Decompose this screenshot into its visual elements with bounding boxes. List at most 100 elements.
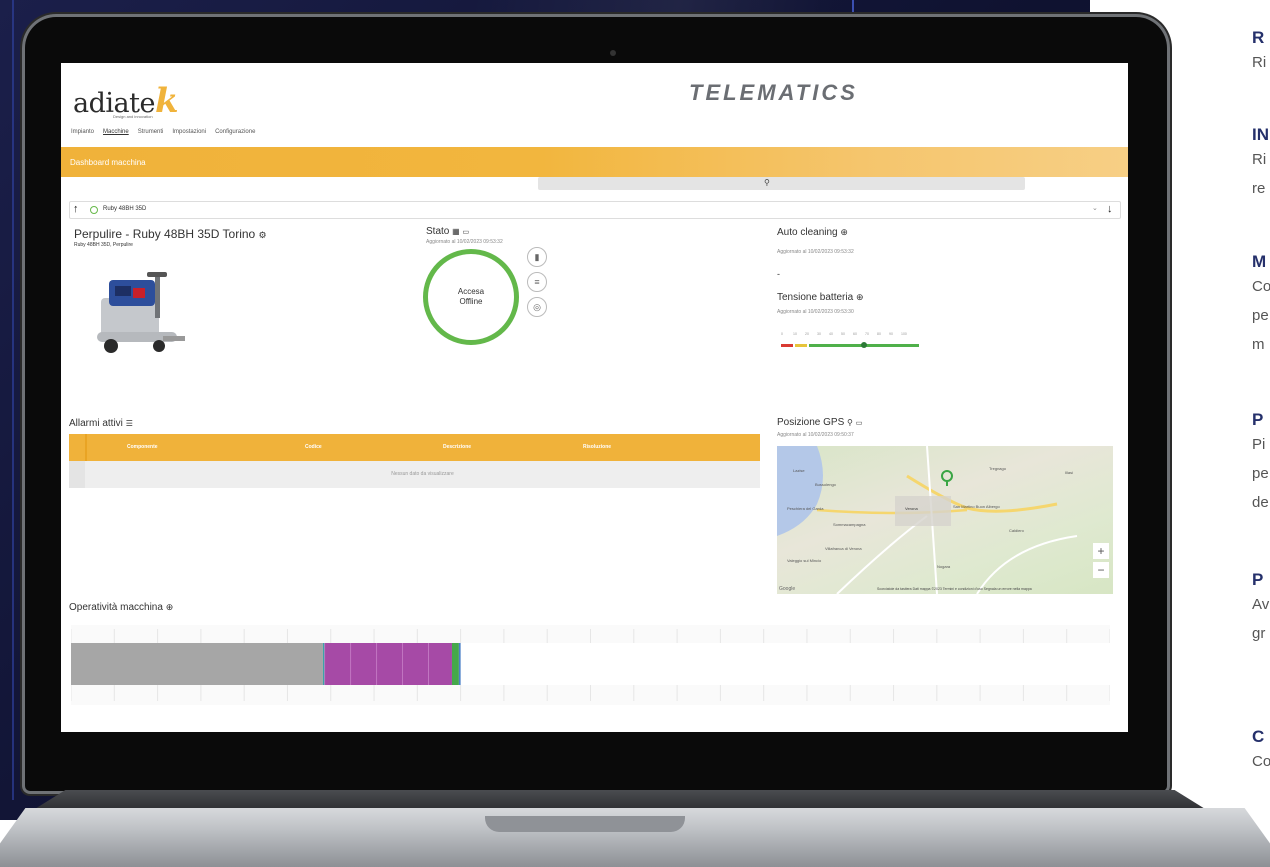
alarms-table: Componente Codice Descrizione Risoluzion… <box>69 434 760 488</box>
operativity-chart <box>70 625 1111 705</box>
timeline-segment-purple[interactable] <box>324 643 452 685</box>
zoom-icon[interactable]: ⊕ <box>840 227 848 237</box>
auto-cleaning-updated: Aggiornato al 10/02/2023 09:53:32 <box>777 249 854 255</box>
brand-title: TELEMATICS <box>689 80 858 105</box>
side-line: Ri <box>1252 54 1267 71</box>
map-label: Valeggio sul Mincio <box>787 558 822 563</box>
battery-tick: 20 <box>805 332 809 336</box>
app-screen: adiatek Design and innovation TELEMATICS… <box>61 63 1128 732</box>
side-line: gr <box>1252 625 1266 642</box>
side-text-block: IN Ri re <box>1252 125 1270 203</box>
search-icon[interactable]: ⚲ <box>764 178 770 187</box>
battery-tick: 50 <box>841 332 845 336</box>
refill-icon[interactable]: ≡ <box>527 272 547 292</box>
side-heading: C <box>1252 727 1265 746</box>
lid-notch <box>485 816 685 832</box>
operativity-title-text: Operatività macchina <box>69 602 163 613</box>
camera-icon <box>610 50 616 56</box>
battery-tick: 10 <box>793 332 797 336</box>
machine-subtitle: Ruby 48BH 35D, Perpulire <box>74 242 133 248</box>
nav-configurazione[interactable]: Configurazione <box>215 129 255 135</box>
side-text-block: C Co <box>1252 727 1270 776</box>
calendar-icon[interactable]: ▦ <box>452 227 460 236</box>
gps-updated: Aggiornato al 10/02/2023 09:50:37 <box>777 432 854 438</box>
laptop-base <box>0 790 1270 867</box>
col-codice[interactable]: Codice <box>305 444 322 450</box>
state-line1: Accesa <box>457 287 485 296</box>
alarms-empty-text: Nessun dato da visualizzare <box>391 471 454 477</box>
selected-machine: Ruby 48BH 35D <box>103 206 147 212</box>
status-dot-icon <box>90 206 98 214</box>
map-pin-icon[interactable]: ⚲ <box>847 418 853 427</box>
zoom-icon[interactable]: ⊕ <box>166 602 174 612</box>
battery-tick: 40 <box>829 332 833 336</box>
battery-tick: 30 <box>817 332 821 336</box>
side-line: de <box>1252 494 1269 511</box>
arrow-up-icon[interactable]: ↑ <box>73 203 79 215</box>
battery-icon[interactable]: ▭ <box>462 229 469 236</box>
zoom-in-button[interactable]: + <box>1093 543 1109 559</box>
trash-icon[interactable]: ▮ <box>527 247 547 267</box>
banner-title: Dashboard macchina <box>70 158 146 167</box>
state-line2: Offline <box>459 297 483 306</box>
zoom-out-button[interactable]: − <box>1093 562 1109 578</box>
gps-title-text: Posizione GPS <box>777 417 845 428</box>
map-label: Lazise <box>793 468 805 473</box>
battery-level-marker <box>860 342 867 348</box>
col-descrizione[interactable]: Descrizione <box>443 444 471 450</box>
col-risoluzione[interactable]: Risoluzione <box>583 444 611 450</box>
side-line: Co <box>1252 753 1270 770</box>
map-label: Bussolengo <box>815 482 836 487</box>
nav-impostazioni[interactable]: Impostazioni <box>172 129 206 135</box>
side-heading: IN <box>1252 125 1269 144</box>
side-line: pe <box>1252 307 1269 324</box>
app-header: adiatek Design and innovation TELEMATICS… <box>61 63 1128 147</box>
alarms-title-text: Allarmi attivi <box>69 418 123 429</box>
zoom-icon[interactable]: ⊕ <box>856 292 864 302</box>
side-text-block: P Av gr <box>1252 570 1270 648</box>
side-text-block: R Ri <box>1252 28 1270 77</box>
alarms-title: Allarmi attivi ☰ <box>69 418 133 429</box>
auto-cleaning-title: Auto cleaning ⊕ <box>777 227 848 238</box>
gears-icon[interactable]: ⚙ <box>259 230 267 240</box>
side-text-block: M Co pe m <box>1252 252 1270 359</box>
battery-updated: Aggiornato al 10/02/2023 09:53:30 <box>777 309 854 315</box>
timeline-segment-blue[interactable] <box>458 643 461 685</box>
gps-map[interactable]: Lazise Bussolengo Verona San Martino Buo… <box>777 446 1113 594</box>
side-line: Co <box>1252 278 1270 295</box>
map-label: Illasi <box>1065 470 1074 475</box>
arrow-down-icon[interactable]: ↓ <box>1107 203 1113 215</box>
battery-tick: 0 <box>781 332 783 336</box>
map-canvas <box>777 446 1078 594</box>
nav-strumenti[interactable]: Strumenti <box>138 129 164 135</box>
battery-ticks: 0 10 20 30 40 50 60 70 80 90 100 <box>781 332 908 336</box>
logo-k: k <box>154 81 179 121</box>
map-label: Verona <box>905 506 918 511</box>
side-heading: M <box>1252 252 1267 271</box>
machine-title: Perpulire - Ruby 48BH 35D Torino ⚙ <box>74 227 267 241</box>
timeline-segment-grey[interactable] <box>71 643 323 685</box>
col-componente[interactable]: Componente <box>127 444 158 450</box>
map-label: Tregnago <box>989 466 1006 471</box>
side-line: pe <box>1252 465 1269 482</box>
stato-title: Stato ▦ ▭ <box>426 226 469 237</box>
nav-impianto[interactable]: Impianto <box>71 129 94 135</box>
brush-icon[interactable]: ◎ <box>527 297 547 317</box>
chevron-down-icon[interactable]: ⌄ <box>1092 204 1098 212</box>
map-footer[interactable]: Scorciatoie da tastiera Dati mappa ©2023… <box>877 587 1032 591</box>
battery-tick: 100 <box>901 332 907 336</box>
gps-title: Posizione GPS ⚲ ▭ <box>777 417 862 428</box>
auto-cleaning-title-text: Auto cleaning <box>777 227 838 238</box>
map-label: Nogara <box>937 564 951 569</box>
side-heading: P <box>1252 570 1264 589</box>
side-heading: R <box>1252 28 1265 47</box>
machine-selector[interactable]: ↑ Ruby 48BH 35D ⌄ ↓ <box>69 201 1121 219</box>
side-line: m <box>1252 336 1265 353</box>
battery-icon[interactable]: ▭ <box>856 420 863 427</box>
timeline-segment-green[interactable] <box>451 643 459 685</box>
backdrop-left-line <box>12 0 14 800</box>
nav-macchine[interactable]: Macchine <box>103 129 129 135</box>
alarms-header: Componente Codice Descrizione Risoluzion… <box>69 434 760 461</box>
battery-tick: 80 <box>877 332 881 336</box>
search-input[interactable]: ⚲ <box>538 177 1025 190</box>
